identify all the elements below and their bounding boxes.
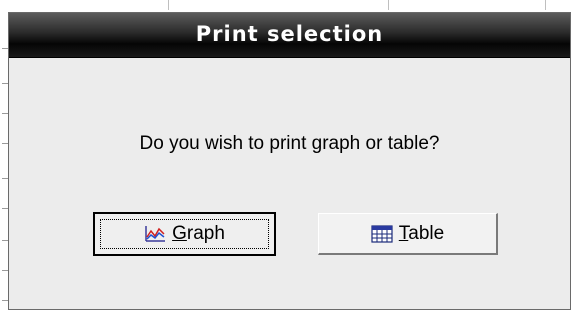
table-button[interactable]: Table <box>318 213 498 255</box>
graph-button-label: Graph <box>172 223 225 244</box>
graph-button[interactable]: Graph <box>93 212 276 256</box>
table-button-label: Table <box>398 222 445 244</box>
background-gridline <box>388 0 389 10</box>
dialog-titlebar[interactable]: Print selection <box>9 13 570 58</box>
print-selection-dialog: Print selection Do you wish to print gra… <box>8 12 571 310</box>
background-gridline <box>545 0 546 10</box>
table-grid-icon <box>371 224 393 243</box>
line-graph-icon <box>144 225 166 243</box>
dialog-title: Print selection <box>195 22 384 46</box>
dialog-message: Do you wish to print graph or table? <box>139 133 440 154</box>
background-gridline <box>168 0 169 10</box>
